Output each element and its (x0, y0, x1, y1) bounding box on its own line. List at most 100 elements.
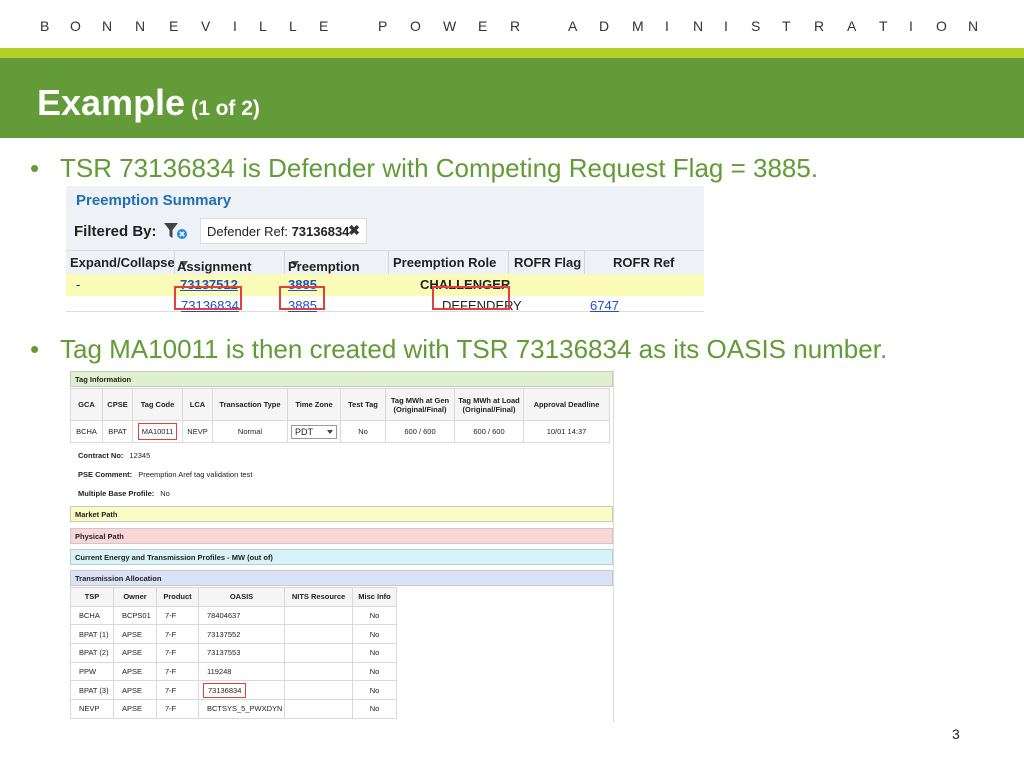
org-letter: P (378, 18, 388, 34)
multiple-base-value: No (160, 489, 170, 498)
column-header: CPSE (102, 388, 133, 421)
filter-icon[interactable] (162, 221, 192, 241)
column-header: Time Zone (287, 388, 341, 421)
highlight-box (174, 286, 242, 310)
multiple-base-label: Multiple Base Profile: (78, 489, 155, 498)
oasis-cell: 73137553 (198, 643, 285, 663)
table-row: BCHA BCPS01 7-F 78404637 No (70, 605, 397, 626)
column-header: Transaction Type (212, 388, 288, 421)
column-header: Approval Deadline (523, 388, 610, 421)
time-zone-value: PDT (295, 426, 313, 437)
misc-cell: No (352, 624, 397, 645)
org-letter: V (201, 18, 211, 34)
filter-chip-text: Defender Ref: 73136834 (207, 224, 349, 239)
tag-code-value: MA10011 (132, 420, 183, 443)
accent-bar (0, 48, 1024, 58)
nits-cell (284, 643, 353, 663)
column-preemption-ref[interactable]: Preemption Ref (288, 255, 360, 289)
org-letter: L (259, 18, 267, 34)
column-header: NITS Resource (284, 587, 353, 607)
time-zone-cell: PDT (287, 420, 341, 443)
org-letter: R (510, 18, 521, 34)
org-letter: L (289, 18, 297, 34)
table-row: BPAT (1) APSE 7-F 73137552 No (70, 624, 397, 645)
section-title: Physical Path (75, 532, 124, 541)
owner-cell: APSE (113, 680, 157, 701)
bullet-text: Tag MA10011 is then created with TSR 731… (60, 334, 888, 364)
org-letter: W (443, 18, 457, 34)
time-zone-select[interactable]: PDT (291, 424, 337, 439)
misc-cell: No (352, 699, 397, 719)
tsp-cell: BPAT (3) (70, 680, 114, 701)
filter-chip-label: Defender Ref: (207, 224, 288, 239)
org-name: B O N N E V I L L E P O W E R A D M I N … (0, 0, 1024, 48)
current-energy-section[interactable]: Current Energy and Transmission Profiles… (70, 549, 613, 565)
market-path-section[interactable]: Market Path (70, 506, 613, 522)
test-tag-value: No (340, 420, 386, 443)
tag-information-section[interactable]: Tag Information (70, 371, 613, 387)
org-letter: S (751, 18, 761, 34)
org-letter: E (478, 18, 488, 34)
tsp-cell: BPAT (1) (70, 624, 114, 645)
column-rofr-flag[interactable]: ROFR Flag (514, 255, 581, 270)
expand-collapse-toggle[interactable]: - (76, 277, 80, 292)
oasis-highlight: 73136834 (203, 682, 247, 698)
column-preemption-role[interactable]: Preemption Role (393, 255, 496, 270)
bullet-2: • Tag MA10011 is then created with TSR 73… (30, 334, 887, 365)
misc-cell: No (352, 643, 397, 663)
oasis-cell: 119248 (198, 661, 285, 682)
page-number: 3 (952, 726, 960, 742)
oasis-cell: 78404637 (198, 605, 285, 626)
physical-path-section[interactable]: Physical Path (70, 528, 613, 544)
misc-cell: No (352, 680, 397, 701)
preemption-summary-title: Preemption Summary (76, 192, 232, 209)
transmission-allocation-section[interactable]: Transmission Allocation (70, 570, 613, 586)
column-header: TSP (70, 587, 114, 607)
nits-cell (284, 680, 353, 701)
contract-no-label: Contract No: (78, 451, 124, 460)
tsp-cell: NEVP (70, 699, 114, 719)
column-rofr-ref[interactable]: ROFR Ref (613, 255, 674, 270)
mwh-gen-value: 600 / 600 (385, 420, 455, 443)
slide-subtitle: (1 of 2) (191, 97, 260, 120)
column-header: Test Tag (340, 388, 386, 421)
column-assignment-ref[interactable]: Assignment Ref (177, 255, 251, 289)
section-title: Market Path (75, 510, 118, 519)
org-letter: N (135, 18, 146, 34)
rofr-flag: Y (513, 298, 522, 313)
transaction-type-value: Normal (212, 420, 288, 443)
org-letter: B (40, 18, 50, 34)
transmission-allocation-table: TSP Owner Product OASIS NITS Resource Mi… (70, 587, 397, 719)
nits-cell (284, 661, 353, 682)
preemption-summary-header: Preemption Summary (66, 186, 704, 214)
column-header: Misc Info (352, 587, 397, 607)
owner-cell: APSE (113, 624, 157, 645)
table-row: NEVP APSE 7-F BCTSYS_5_PWXDYN No (70, 699, 397, 719)
highlight-box (432, 286, 510, 310)
org-letter: R (814, 18, 825, 34)
column-header: Tag MWh at Load (Original/Final) (454, 388, 524, 421)
multiple-base-row: Multiple Base Profile: No (78, 489, 170, 498)
filter-chip[interactable]: Defender Ref: 73136834 ✖ (200, 218, 367, 244)
bullet-dot: • (30, 334, 40, 364)
tag-info-table: GCA CPSE Tag Code LCA Transaction Type T… (70, 388, 610, 443)
rofr-ref-link[interactable]: 6747 (590, 298, 619, 313)
contract-no-value: 12345 (129, 451, 151, 460)
remove-filter-icon[interactable]: ✖ (348, 222, 360, 239)
product-cell: 7-F (156, 680, 199, 701)
gca-value: BCHA (70, 420, 103, 443)
product-cell: 7-F (156, 624, 199, 645)
org-letter: I (909, 18, 913, 34)
owner-cell: APSE (113, 643, 157, 663)
misc-cell: No (352, 605, 397, 626)
org-letter: I (233, 18, 237, 34)
table-row: BCHA BPAT MA10011 NEVP Normal PDT No 600… (70, 420, 610, 443)
table-row: BPAT (3) APSE 7-F 73136834 No (70, 680, 397, 701)
filter-bar: Filtered By: Defender Ref: 73136834 ✖ (66, 214, 704, 250)
table-row: 73136834 3885 DEFENDER Y 6747 (66, 296, 704, 313)
owner-cell: APSE (113, 699, 157, 719)
column-expand-collapse[interactable]: Expand/Collapse (70, 255, 175, 270)
filtered-by-label: Filtered By: (74, 223, 157, 240)
table-row: - 73137512 3885 CHALLENGER (66, 274, 704, 296)
org-letter: N (102, 18, 113, 34)
